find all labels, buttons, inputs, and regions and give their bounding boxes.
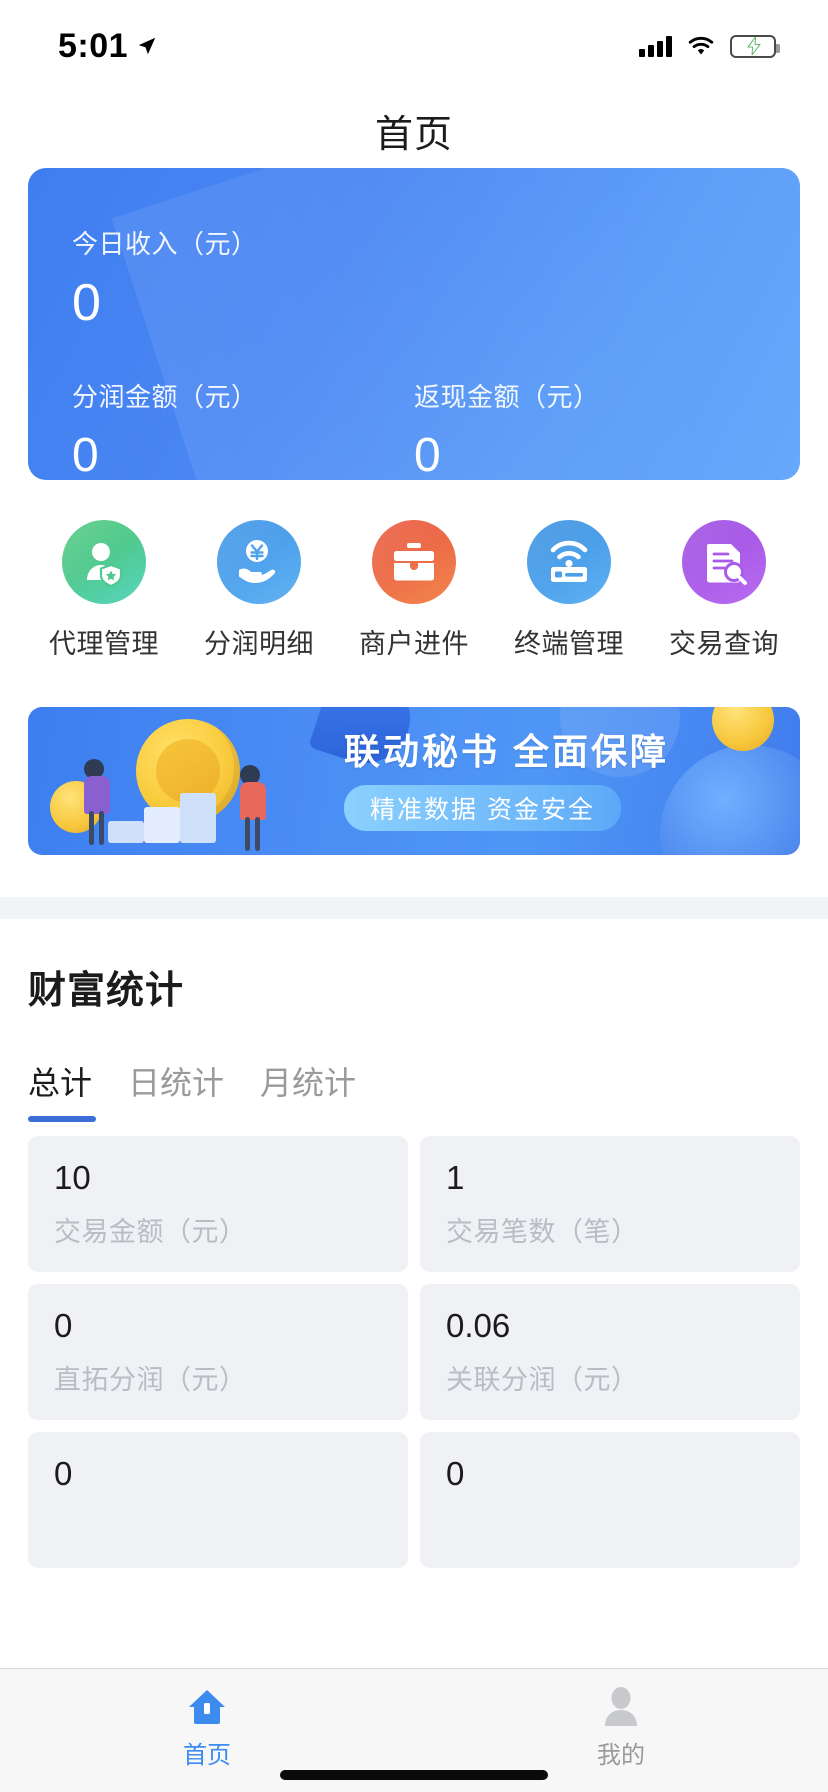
today-income-value: 0	[72, 277, 756, 329]
status-bar: 5:01	[0, 0, 828, 92]
banner-decoration-blob	[660, 745, 800, 855]
agent-user-badge-icon	[62, 520, 146, 604]
stat-label: 关联分润（元）	[446, 1358, 774, 1397]
banner-text-block: 联动秘书 全面保障 精准数据 资金安全	[344, 723, 669, 831]
cellular-signal-icon	[639, 35, 672, 57]
stat-value: 0	[54, 1308, 382, 1344]
tab-monthly[interactable]: 月统计	[260, 1058, 356, 1122]
stat-value: 0.06	[446, 1308, 774, 1344]
tabbar-label: 首页	[183, 1735, 231, 1770]
stat-card[interactable]: 0 直拓分润（元）	[28, 1284, 408, 1420]
profit-amount-block: 分润金额（元） 0	[72, 377, 414, 480]
tabbar-label: 我的	[597, 1735, 645, 1770]
quick-action-merchant-onboarding[interactable]: 商户进件	[352, 520, 476, 661]
cashback-amount-label: 返现金额（元）	[414, 377, 756, 414]
wifi-icon	[686, 35, 716, 57]
hand-yen-coin-icon	[217, 520, 301, 604]
status-bar-left: 5:01	[58, 27, 158, 66]
stat-card[interactable]: 0	[28, 1432, 408, 1568]
quick-action-row: 代理管理 分润明细 商户进件	[0, 480, 828, 661]
banner-illustration	[28, 707, 328, 855]
promo-banner-wrapper: 联动秘书 全面保障 精准数据 资金安全	[0, 661, 828, 855]
person-icon	[599, 1683, 643, 1731]
home-icon	[185, 1683, 229, 1731]
quick-action-label: 交易查询	[669, 622, 779, 661]
person-left-illustration	[84, 759, 110, 814]
income-breakdown-row: 分润金额（元） 0 返现金额（元） 0	[72, 377, 756, 480]
stat-value: 10	[54, 1160, 382, 1196]
pos-terminal-wifi-icon	[527, 520, 611, 604]
stat-card[interactable]: 0	[420, 1432, 800, 1568]
tab-total[interactable]: 总计	[28, 1058, 92, 1122]
person-right-illustration	[240, 765, 266, 820]
gold-coin-right-icon	[712, 707, 774, 751]
tab-daily[interactable]: 日统计	[128, 1058, 224, 1122]
quick-action-transaction-query[interactable]: 交易查询	[662, 520, 786, 661]
battery-charging-icon	[730, 35, 776, 58]
section-divider	[0, 897, 828, 919]
income-summary-card[interactable]: 今日收入（元） 0 分润金额（元） 0 返现金额（元） 0	[28, 168, 800, 480]
profit-amount-value: 0	[72, 432, 414, 480]
wealth-statistics-section: 财富统计 总计 日统计 月统计 10 交易金额（元） 1 交易笔数（笔） 0 直…	[0, 919, 828, 1568]
stat-card[interactable]: 10 交易金额（元）	[28, 1136, 408, 1272]
cashback-amount-value: 0	[414, 432, 756, 480]
quick-action-label: 分润明细	[204, 622, 314, 661]
quick-action-label: 商户进件	[359, 622, 469, 661]
status-time: 5:01	[58, 27, 128, 66]
scroll-content[interactable]: 今日收入（元） 0 分润金额（元） 0 返现金额（元） 0	[0, 168, 828, 1668]
stat-label: 交易笔数（笔）	[446, 1210, 774, 1249]
location-arrow-icon	[136, 35, 158, 57]
status-bar-right	[639, 35, 776, 58]
stat-label: 交易金额（元）	[54, 1210, 382, 1249]
stat-value: 0	[446, 1456, 774, 1492]
stat-label: 直拓分润（元）	[54, 1358, 382, 1397]
document-search-icon	[682, 520, 766, 604]
briefcase-icon	[372, 520, 456, 604]
home-indicator	[280, 1770, 548, 1780]
stat-card[interactable]: 0.06 关联分润（元）	[420, 1284, 800, 1420]
banner-headline: 联动秘书 全面保障	[344, 723, 669, 775]
today-income-label: 今日收入（元）	[72, 224, 756, 261]
wealth-section-title: 财富统计	[28, 959, 800, 1014]
profit-amount-label: 分润金额（元）	[72, 377, 414, 414]
stat-value: 1	[446, 1160, 774, 1196]
navigation-bar: 首页	[0, 92, 828, 168]
page-title: 首页	[375, 103, 453, 158]
quick-action-label: 终端管理	[514, 622, 624, 661]
banner-subline: 精准数据 资金安全	[344, 785, 621, 831]
quick-action-label: 代理管理	[49, 622, 159, 661]
quick-action-terminal-management[interactable]: 终端管理	[507, 520, 631, 661]
wealth-stats-grid: 10 交易金额（元） 1 交易笔数（笔） 0 直拓分润（元） 0.06 关联分润…	[28, 1136, 800, 1568]
stat-card[interactable]: 1 交易笔数（笔）	[420, 1136, 800, 1272]
wealth-tab-bar: 总计 日统计 月统计	[28, 1058, 800, 1122]
cashback-amount-block: 返现金额（元） 0	[414, 377, 756, 480]
promo-banner[interactable]: 联动秘书 全面保障 精准数据 资金安全	[28, 707, 800, 855]
quick-action-profit-detail[interactable]: 分润明细	[197, 520, 321, 661]
stat-value: 0	[54, 1456, 382, 1492]
quick-action-agent-management[interactable]: 代理管理	[42, 520, 166, 661]
